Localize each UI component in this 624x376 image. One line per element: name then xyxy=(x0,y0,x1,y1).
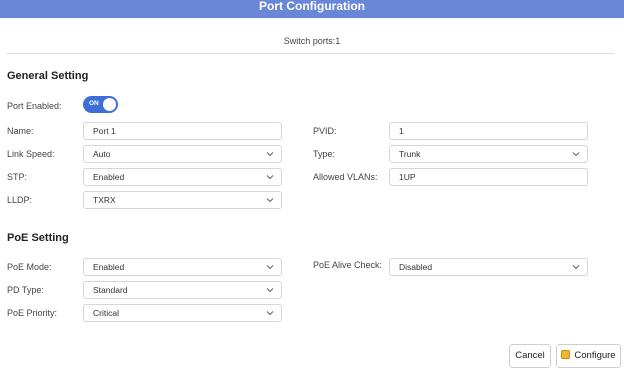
lldp-label: LLDP: xyxy=(7,195,33,205)
pvid-input[interactable]: 1 xyxy=(389,122,588,140)
poe-alive-check-label: PoE Alive Check: xyxy=(313,260,383,270)
type-value: Trunk xyxy=(399,149,421,159)
stp-label: STP: xyxy=(7,172,28,182)
poe-alive-check-select[interactable]: Disabled xyxy=(389,258,588,276)
chevron-down-icon xyxy=(266,197,274,203)
chevron-down-icon xyxy=(572,151,580,157)
link-speed-label: Link Speed: xyxy=(7,149,55,159)
chevron-down-icon xyxy=(572,264,580,270)
pd-type-select[interactable]: Standard xyxy=(83,281,282,299)
poe-mode-label: PoE Mode: xyxy=(7,262,52,272)
poe-mode-value: Enabled xyxy=(93,262,125,272)
poe-priority-value: Critical xyxy=(93,308,119,318)
chevron-down-icon xyxy=(266,287,274,293)
lldp-value: TXRX xyxy=(93,195,116,205)
type-label: Type: xyxy=(313,149,336,159)
poe-alive-check-value: Disabled xyxy=(399,262,433,272)
toggle-knob xyxy=(103,98,116,111)
chevron-down-icon xyxy=(266,264,274,270)
divider xyxy=(7,53,614,54)
poe-setting-heading: PoE Setting xyxy=(7,232,69,244)
stp-value: Enabled xyxy=(93,172,125,182)
chevron-down-icon xyxy=(266,310,274,316)
name-input[interactable]: Port 1 xyxy=(83,122,282,140)
configure-button[interactable]: Configure xyxy=(556,344,621,368)
configure-button-label: Configure xyxy=(574,350,616,361)
type-select[interactable]: Trunk xyxy=(389,145,588,163)
port-enabled-toggle[interactable]: ON xyxy=(83,96,118,113)
allowed-vlans-value: 1UP xyxy=(399,172,416,182)
name-value: Port 1 xyxy=(93,126,116,136)
configure-icon xyxy=(561,350,571,359)
pd-type-value: Standard xyxy=(93,285,128,295)
pvid-label: PVID: xyxy=(313,126,337,136)
poe-mode-select[interactable]: Enabled xyxy=(83,258,282,276)
link-speed-value: Auto xyxy=(93,149,111,159)
poe-priority-select[interactable]: Critical xyxy=(83,304,282,322)
link-speed-select[interactable]: Auto xyxy=(83,145,282,163)
dialog-title: Port Configuration xyxy=(0,0,624,18)
cancel-button[interactable]: Cancel xyxy=(509,344,551,368)
pvid-value: 1 xyxy=(399,126,404,136)
switch-ports-subtitle: Switch ports:1 xyxy=(283,36,341,46)
port-enabled-label: Port Enabled: xyxy=(7,101,62,111)
name-label: Name: xyxy=(7,126,34,136)
toggle-state-text: ON xyxy=(89,100,99,107)
chevron-down-icon xyxy=(266,174,274,180)
lldp-select[interactable]: TXRX xyxy=(83,191,282,209)
poe-priority-label: PoE Priority: xyxy=(7,308,58,318)
general-setting-heading: General Setting xyxy=(7,70,89,82)
chevron-down-icon xyxy=(266,151,274,157)
pd-type-label: PD Type: xyxy=(7,285,44,295)
allowed-vlans-label: Allowed VLANs: xyxy=(313,172,378,182)
allowed-vlans-input[interactable]: 1UP xyxy=(389,168,588,186)
stp-select[interactable]: Enabled xyxy=(83,168,282,186)
